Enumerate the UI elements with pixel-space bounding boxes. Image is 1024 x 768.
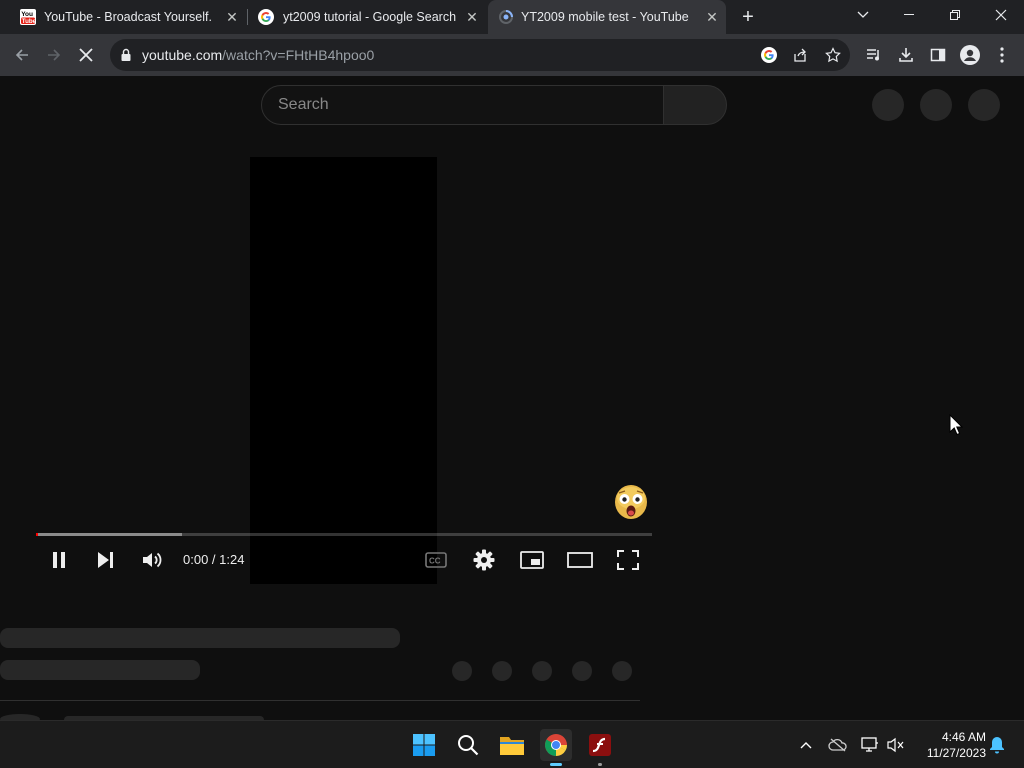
tab-youtube-broadcast[interactable]: You Tube YouTube - Broadcast Yourself. ✕ [8, 0, 246, 34]
header-placeholder-circle[interactable] [968, 89, 1000, 121]
svg-text:Tube: Tube [22, 18, 36, 25]
url-text: youtube.com/watch?v=FHtHB4hpoo0 [142, 47, 374, 63]
minimize-icon[interactable] [886, 0, 932, 30]
tab-title: YT2009 mobile test - YouTube [521, 10, 689, 24]
new-tab-plus-icon[interactable]: + [736, 6, 760, 28]
restore-icon[interactable] [932, 0, 978, 30]
clock-date: 11/27/2023 [926, 746, 986, 760]
tab-google-search[interactable]: yt2009 tutorial - Google Search ✕ [248, 0, 486, 34]
search-icon[interactable] [452, 729, 484, 761]
channel-placeholder [0, 660, 200, 680]
loading-spinner-icon [499, 10, 513, 24]
youtube-logo-icon: You Tube [20, 9, 36, 25]
share-icon[interactable] [792, 47, 808, 63]
forward-arrow-icon[interactable] [42, 43, 66, 67]
close-tab-icon[interactable]: ✕ [464, 9, 480, 25]
action-placeholder [612, 661, 632, 681]
start-windows-icon[interactable] [408, 729, 440, 761]
progress-loaded [36, 533, 182, 536]
windows-taskbar: 4:46 AM 11/27/2023 [0, 720, 1024, 768]
progress-played [36, 533, 38, 536]
video-frame[interactable] [250, 157, 437, 584]
onedrive-offline-icon[interactable] [826, 733, 850, 757]
tab-title: yt2009 tutorial - Google Search [283, 10, 457, 24]
google-g-icon [258, 9, 274, 25]
search-placeholder: Search [278, 96, 329, 113]
settings-gear-button[interactable] [464, 546, 504, 574]
show-hidden-icons-chevron-icon[interactable] [794, 733, 818, 757]
shocked-face-emoji-icon [615, 485, 647, 519]
address-bar[interactable]: youtube.com/watch?v=FHtHB4hpoo0 [110, 39, 850, 71]
theater-mode-button[interactable] [560, 546, 600, 574]
miniplayer-button[interactable] [512, 546, 552, 574]
fullscreen-button[interactable] [608, 546, 648, 574]
progress-bar[interactable] [36, 533, 652, 536]
bookmark-star-icon[interactable] [825, 47, 841, 63]
network-icon[interactable] [858, 733, 882, 757]
page-content: Search 0:00 / 1:24 CC [0, 76, 1024, 720]
more-menu-icon[interactable] [990, 43, 1014, 67]
url-path: /watch?v=FHtHB4hpoo0 [222, 47, 375, 63]
clock-time: 4:46 AM [941, 730, 986, 744]
browser-toolbar: youtube.com/watch?v=FHtHB4hpoo0 [0, 34, 1024, 76]
download-icon[interactable] [894, 43, 918, 67]
header-placeholder-circle[interactable] [872, 89, 904, 121]
tab-strip: You Tube YouTube - Broadcast Yourself. ✕… [0, 0, 1024, 34]
svg-text:CC: CC [429, 557, 441, 566]
lock-icon[interactable] [120, 48, 132, 62]
action-placeholder [452, 661, 472, 681]
tab-search-chevron-icon[interactable] [840, 0, 886, 30]
search-button[interactable] [663, 85, 727, 125]
tab-yt2009-mobile-test[interactable]: YT2009 mobile test - YouTube ✕ [488, 0, 726, 34]
flash-player-icon[interactable] [584, 729, 616, 766]
notification-bell-icon[interactable] [985, 733, 1009, 757]
tab-title: YouTube - Broadcast Yourself. [44, 10, 212, 24]
media-queue-icon[interactable] [862, 43, 886, 67]
close-window-icon[interactable] [978, 0, 1024, 30]
active-app-indicator [550, 763, 562, 766]
clock[interactable]: 4:46 AM 11/27/2023 [914, 729, 986, 761]
close-tab-icon[interactable]: ✕ [704, 9, 720, 25]
action-placeholder [532, 661, 552, 681]
url-host: youtube.com [142, 47, 223, 63]
title-placeholder [0, 628, 400, 648]
chrome-icon[interactable] [540, 729, 572, 766]
volume-button[interactable] [133, 546, 173, 574]
subtitles-cc-button[interactable]: CC [416, 546, 456, 574]
video-player[interactable]: 0:00 / 1:24 CC [24, 157, 664, 584]
pause-button[interactable] [39, 546, 79, 574]
side-panel-icon[interactable] [926, 43, 950, 67]
svg-text:You: You [21, 11, 33, 18]
divider [0, 700, 640, 701]
action-placeholder [572, 661, 592, 681]
profile-avatar-icon[interactable] [958, 43, 982, 67]
close-tab-icon[interactable]: ✕ [224, 9, 240, 25]
stop-loading-icon[interactable] [74, 43, 98, 67]
action-placeholder [492, 661, 512, 681]
next-button[interactable] [85, 546, 125, 574]
back-arrow-icon[interactable] [10, 43, 34, 67]
file-explorer-icon[interactable] [496, 729, 528, 761]
header-placeholder-circle[interactable] [920, 89, 952, 121]
mouse-cursor-icon [949, 414, 963, 436]
volume-muted-icon[interactable] [884, 733, 908, 757]
time-display: 0:00 / 1:24 [183, 552, 245, 567]
search-input[interactable]: Search [261, 85, 664, 125]
open-app-indicator [598, 763, 602, 766]
google-lens-icon[interactable] [761, 47, 777, 63]
